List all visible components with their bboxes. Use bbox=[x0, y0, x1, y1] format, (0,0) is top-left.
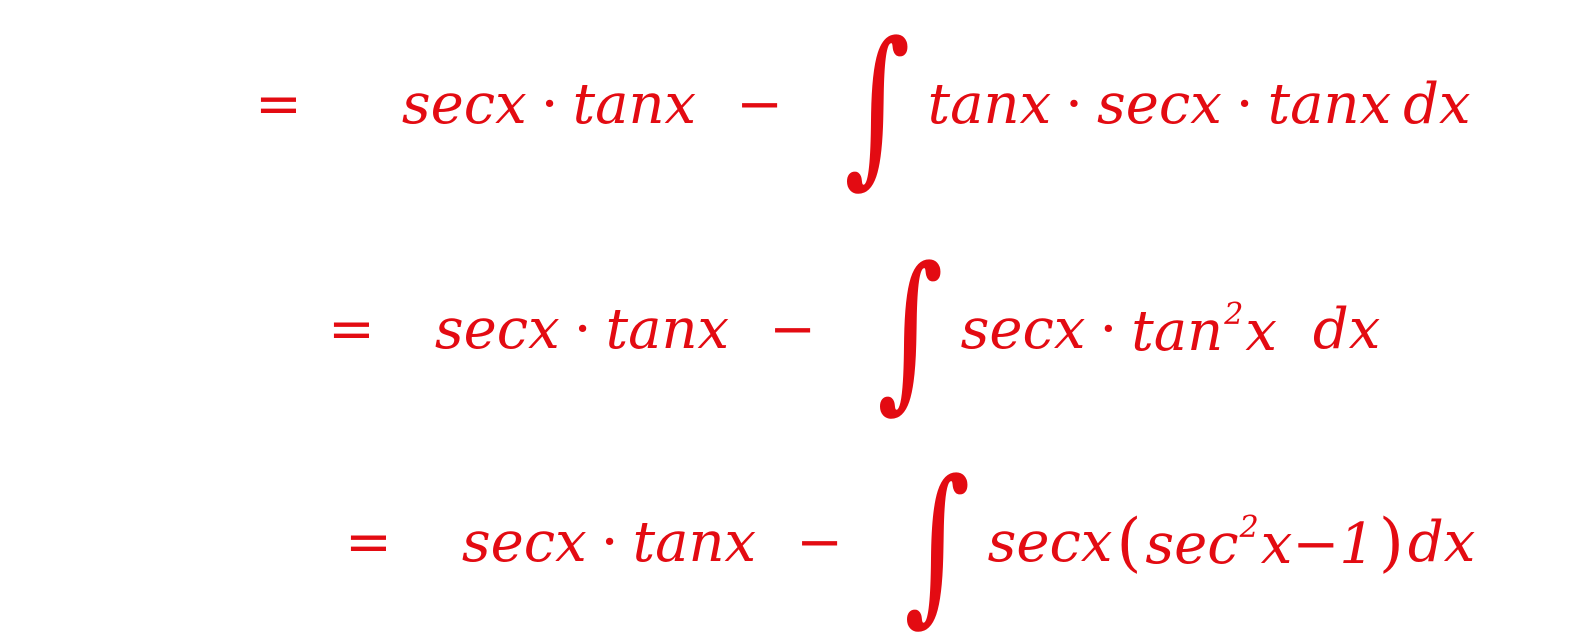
integrand-tan: tanx bbox=[927, 72, 1052, 137]
differential: dx bbox=[1403, 72, 1471, 137]
exponent: 2 bbox=[1224, 297, 1244, 332]
multiply-dot: · bbox=[540, 72, 559, 137]
differential: dx bbox=[1312, 297, 1381, 362]
sec-base: sec bbox=[1145, 512, 1239, 577]
handwritten-board: = secx · tanx − ∫ tanx · secx · tanx dx … bbox=[0, 0, 1581, 644]
integrand-sec-squared: sec2x−1 bbox=[1145, 513, 1375, 573]
variable: x bbox=[1245, 299, 1277, 364]
equation-line-1: = secx · tanx − ∫ tanx · secx · tanx dx bbox=[255, 20, 1471, 190]
equals-sign: = bbox=[328, 297, 375, 362]
equation-line-2: = secx · tanx − ∫ secx · tan2x dx bbox=[328, 245, 1380, 415]
term-sec: secx bbox=[401, 72, 527, 137]
equals-sign: = bbox=[255, 72, 302, 137]
tan-base: tan bbox=[1131, 299, 1224, 364]
equation-line-3: = secx · tanx − ∫ secx ( sec2x−1 ) dx bbox=[345, 458, 1475, 628]
equals-sign: = bbox=[345, 510, 392, 575]
right-paren: ) bbox=[1378, 506, 1404, 580]
multiply-dot: · bbox=[1065, 72, 1083, 137]
term-tan: tanx bbox=[632, 510, 757, 575]
integrand-sec: secx bbox=[987, 510, 1113, 575]
minus-sign: − bbox=[769, 297, 817, 362]
minus-sign: − bbox=[736, 72, 784, 137]
minus-sign: − bbox=[796, 510, 844, 575]
multiply-dot: · bbox=[600, 510, 619, 575]
integrand-sec: secx bbox=[960, 297, 1086, 362]
multiply-dot: · bbox=[1099, 297, 1118, 362]
integral-sign: ∫ bbox=[844, 6, 911, 204]
term-sec: secx bbox=[461, 510, 587, 575]
term-sec: secx bbox=[434, 297, 560, 362]
term-tan: tanx bbox=[572, 72, 697, 137]
differential: dx bbox=[1407, 510, 1476, 575]
integral-sign: ∫ bbox=[877, 231, 944, 429]
term-tan: tanx bbox=[605, 297, 730, 362]
exponent: 2 bbox=[1239, 510, 1259, 545]
minus-one: −1 bbox=[1292, 512, 1375, 577]
multiply-dot: · bbox=[1235, 72, 1254, 137]
integrand-tan-squared: tan2x bbox=[1131, 300, 1277, 360]
left-paren: ( bbox=[1116, 506, 1142, 580]
variable: x bbox=[1260, 512, 1293, 577]
integral-sign: ∫ bbox=[904, 444, 971, 642]
multiply-dot: · bbox=[573, 297, 592, 362]
integrand-tan: tanx bbox=[1267, 72, 1392, 137]
integrand-sec: secx bbox=[1096, 72, 1222, 137]
